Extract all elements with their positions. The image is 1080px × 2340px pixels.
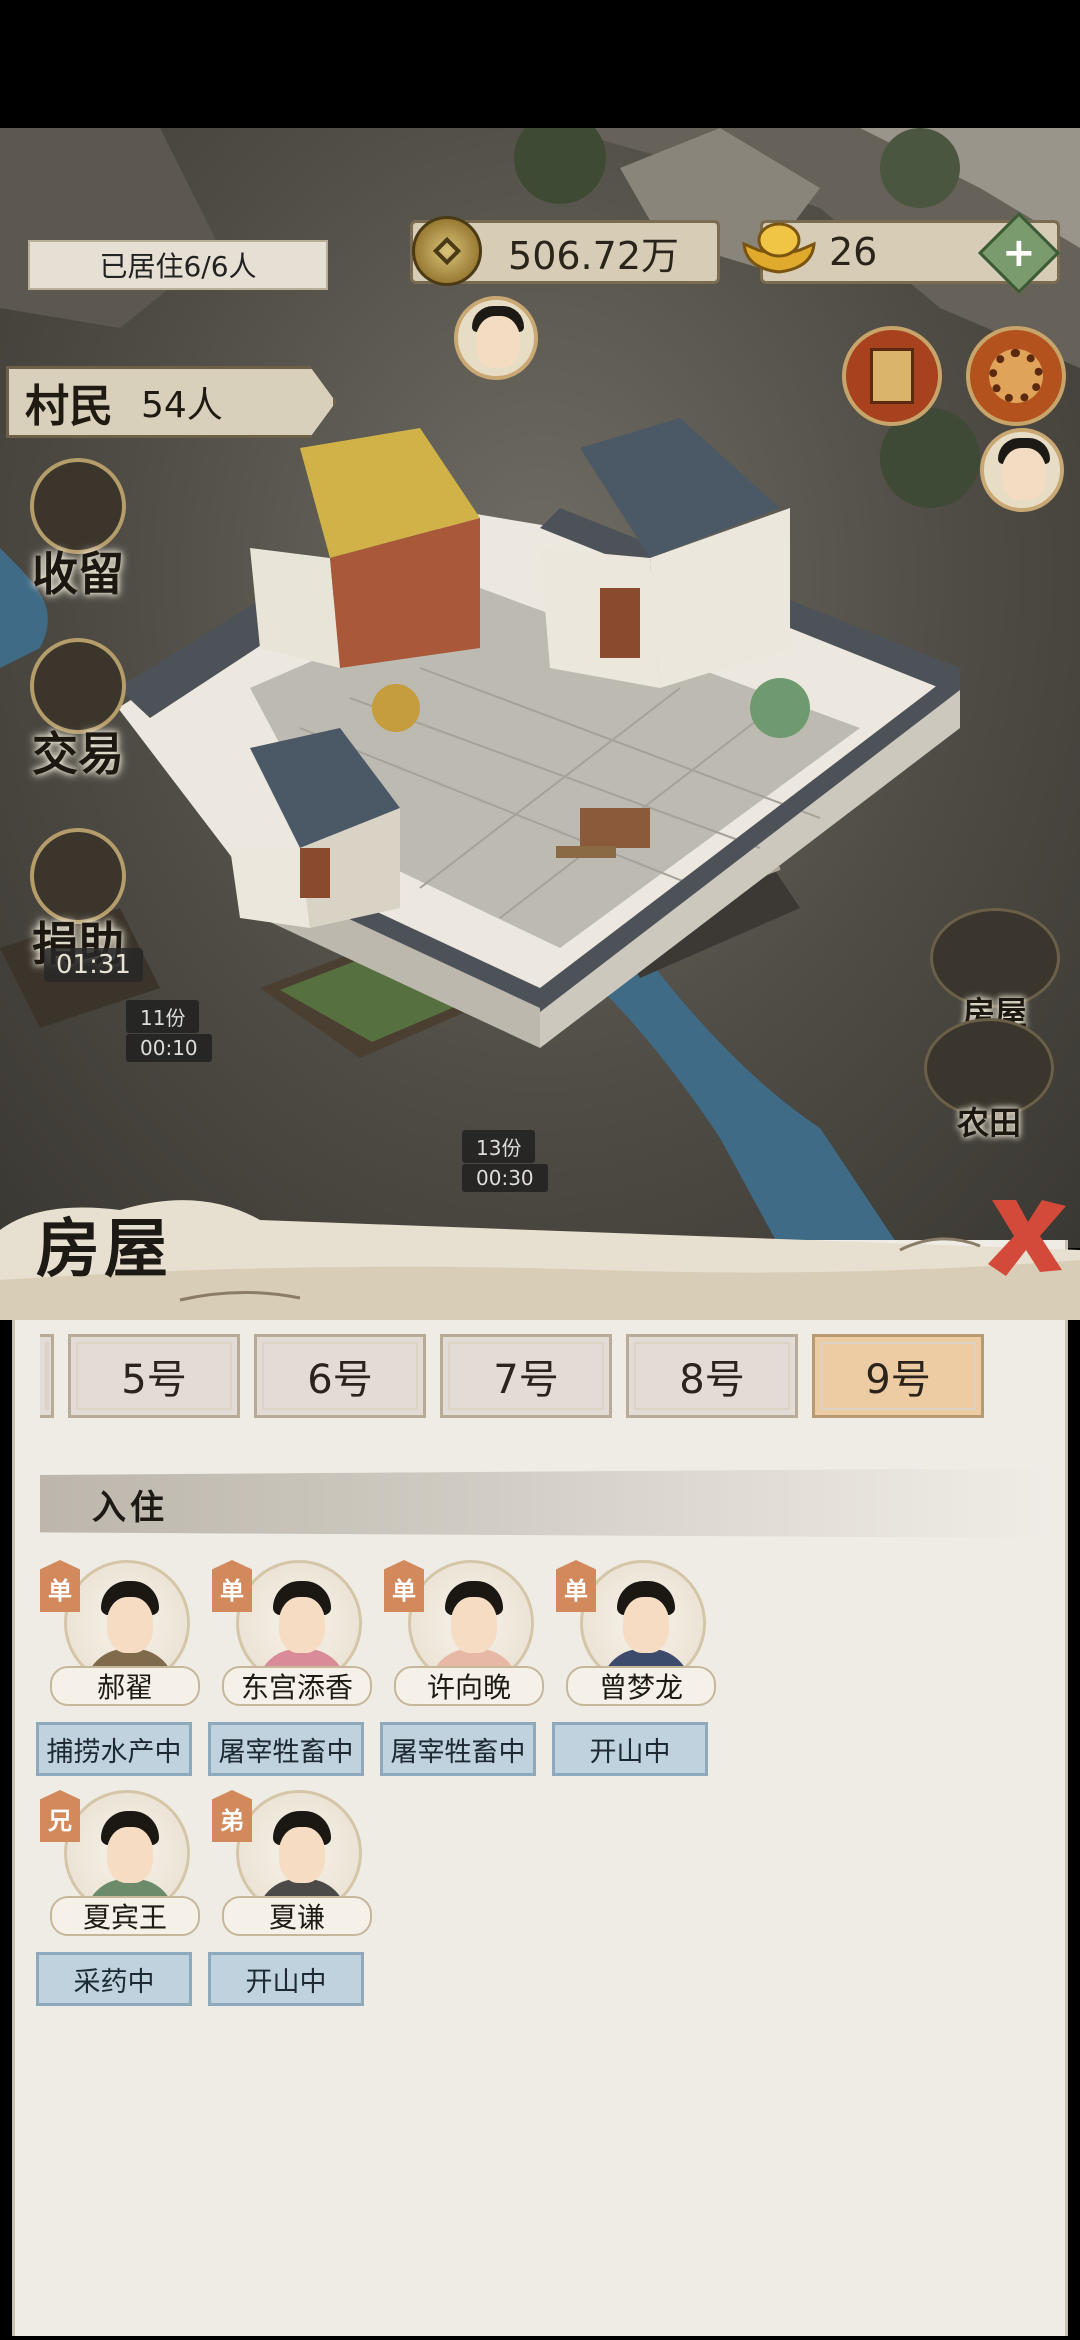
residents-section-header xyxy=(40,1468,1050,1538)
villager-count: 54人 xyxy=(141,385,223,426)
tab-label: 6号 xyxy=(307,1357,373,1403)
resident-job: 采药中 xyxy=(36,1952,192,2006)
field-yield-tag: 11份 xyxy=(126,1000,200,1033)
resident-name: 郝翟 xyxy=(50,1666,200,1706)
status-bar xyxy=(0,0,1080,128)
marital-status-badge: 单 xyxy=(40,1560,80,1612)
marital-status-badge: 单 xyxy=(556,1560,596,1612)
resident-card[interactable]: 弟 夏谦 开山中 xyxy=(208,1790,372,2010)
tab-label: 7号 xyxy=(493,1357,559,1403)
character-avatar-right[interactable] xyxy=(980,428,1064,512)
resident-name: 夏宾王 xyxy=(50,1896,200,1936)
tab-label: 8号 xyxy=(679,1357,745,1403)
marital-status-badge: 单 xyxy=(384,1560,424,1612)
sibling-status-badge: 兄 xyxy=(40,1790,80,1842)
character-avatar[interactable] xyxy=(454,296,538,380)
coin-amount: 506.72万 xyxy=(508,233,679,278)
resident-card[interactable]: 单 曾梦龙 开山中 xyxy=(552,1560,716,1780)
resident-job: 捕捞水产中 xyxy=(36,1722,192,1776)
tab-house-8[interactable]: 8号 xyxy=(626,1334,798,1418)
resident-card[interactable]: 单 郝翟 捕捞水产中 xyxy=(36,1560,200,1780)
copper-coin-icon xyxy=(412,216,482,286)
tab-label: 5号 xyxy=(121,1357,187,1403)
panel-title: 房屋 xyxy=(36,1212,172,1287)
tab-house-4[interactable] xyxy=(40,1334,54,1418)
resident-name: 许向晚 xyxy=(394,1666,544,1706)
tab-house-6[interactable]: 6号 xyxy=(254,1334,426,1418)
trade-label: 交易 xyxy=(32,727,124,781)
gold-amount: 26 xyxy=(829,230,878,274)
resident-name: 曾梦龙 xyxy=(566,1666,716,1706)
house-building-button[interactable]: 房屋 xyxy=(930,908,1060,1034)
farmland-building-label: 农田 xyxy=(956,1104,1021,1142)
resident-card[interactable]: 单 东宫添香 屠宰牲畜中 xyxy=(208,1560,372,1780)
gold-ingot-icon xyxy=(742,222,816,274)
resident-job: 开山中 xyxy=(552,1722,708,1776)
resident-count-label: 已居住6/6人 xyxy=(28,240,328,290)
gear-icon[interactable] xyxy=(966,326,1066,426)
tab-label: 9号 xyxy=(865,1357,931,1403)
resident-count-text: 已居住6/6人 xyxy=(99,250,257,283)
resident-card[interactable]: 兄 夏宾王 采药中 xyxy=(36,1790,200,2010)
trade-button[interactable]: 交易 xyxy=(30,638,126,784)
village-map xyxy=(0,128,1080,1248)
tab-house-5[interactable]: 5号 xyxy=(68,1334,240,1418)
house-number-tabs: 5号 6号 7号 8号 9号 xyxy=(40,1334,1040,1418)
resident-job: 屠宰牲畜中 xyxy=(380,1722,536,1776)
resident-job: 屠宰牲畜中 xyxy=(208,1722,364,1776)
villager-label: 村民 xyxy=(25,381,113,432)
shelter-button[interactable]: 收留 xyxy=(30,458,126,604)
sibling-status-badge: 弟 xyxy=(212,1790,252,1842)
field-yield-tag-2: 13份 xyxy=(462,1130,536,1163)
villager-count-panel[interactable]: 村民 54人 xyxy=(6,366,336,438)
resident-name: 夏谦 xyxy=(222,1896,372,1936)
resident-name: 东宫添香 xyxy=(222,1666,372,1706)
field-timer-tag-2: 00:30 xyxy=(462,1164,548,1192)
resident-job: 开山中 xyxy=(208,1952,364,2006)
resident-card[interactable]: 单 许向晚 屠宰牲畜中 xyxy=(380,1560,544,1780)
tab-house-7[interactable]: 7号 xyxy=(440,1334,612,1418)
donate-timer: 01:31 xyxy=(44,948,143,982)
marital-status-badge: 单 xyxy=(212,1560,252,1612)
village-scene[interactable]: 已居住6/6人 506.72万 26 + 村民 54人 收留 交易 捐助 01:… xyxy=(0,128,1080,1248)
close-icon[interactable] xyxy=(982,1192,1072,1278)
farmland-building-button[interactable]: 农田 xyxy=(924,1018,1054,1144)
shelter-label: 收留 xyxy=(32,547,124,601)
residents-section-label: 入住 xyxy=(92,1488,168,1528)
tab-house-9[interactable]: 9号 xyxy=(812,1334,984,1418)
scroll-icon[interactable] xyxy=(842,326,942,426)
field-timer-tag: 00:10 xyxy=(126,1034,212,1062)
